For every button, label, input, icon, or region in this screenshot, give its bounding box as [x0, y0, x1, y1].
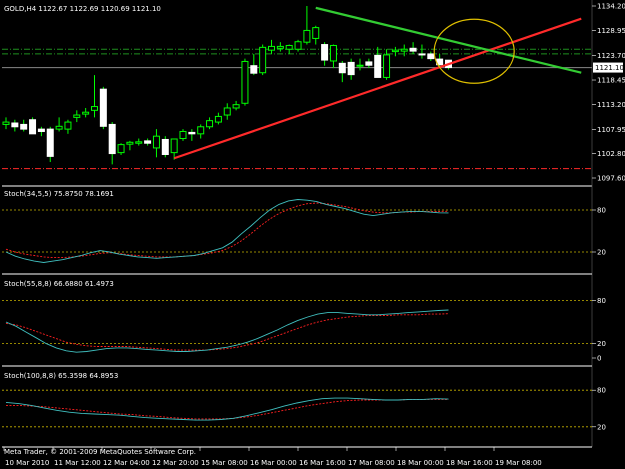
candle-body — [2, 121, 10, 125]
candle — [46, 126, 54, 163]
candle-body — [188, 131, 196, 135]
candle-body — [29, 119, 37, 135]
candle — [99, 86, 107, 130]
level-label: 0 — [597, 355, 601, 363]
candle-body — [214, 115, 222, 123]
time-tick-label: 10 Mar 2010 — [5, 459, 49, 467]
candle-body — [285, 44, 293, 50]
price-tick-label: 1123.70 — [597, 52, 625, 60]
time-tick-label: 17 Mar 08:00 — [348, 459, 395, 467]
candle-body — [232, 104, 240, 109]
level-label: 80 — [597, 207, 606, 215]
candle-body — [418, 53, 426, 56]
time-tick-label: 11 Mar 12:00 — [54, 459, 101, 467]
candle — [241, 58, 249, 106]
candle-body — [82, 111, 90, 115]
candle-body — [223, 107, 231, 116]
candle — [29, 117, 37, 135]
candle-body — [179, 130, 187, 140]
candle-body — [347, 61, 355, 76]
price-tick-label: 1097.60 — [597, 175, 625, 183]
level-label: 20 — [597, 340, 606, 348]
candle-body — [37, 128, 45, 132]
time-tick-label: 15 Mar 08:00 — [201, 459, 248, 467]
indicator-title: Stoch(55,8,8) 66.6880 61.4973 — [4, 280, 114, 288]
candle-body — [250, 65, 258, 74]
candle-body — [321, 44, 329, 61]
time-tick-label: 12 Mar 20:00 — [152, 459, 199, 467]
time-tick-label: 16 Mar 00:00 — [250, 459, 297, 467]
level-label: 20 — [597, 249, 606, 257]
candle-body — [99, 88, 107, 127]
candle — [161, 136, 169, 158]
candle-body — [356, 64, 364, 67]
level-label: 80 — [597, 387, 606, 395]
candle-body — [117, 144, 125, 154]
candle-body — [170, 138, 178, 154]
candle-body — [312, 27, 320, 39]
candle-body — [391, 49, 399, 53]
candle-body — [206, 120, 214, 128]
candle-body — [161, 138, 169, 156]
candle-body — [338, 62, 346, 74]
candle-body — [427, 53, 435, 60]
time-tick-label: 19 Mar 08:00 — [495, 459, 542, 467]
indicator-title: Stoch(100,8,8) 65.3598 64.8953 — [4, 372, 118, 380]
candle-body — [374, 54, 382, 78]
candle-body — [20, 123, 28, 130]
price-tick-label: 1128.95 — [597, 27, 625, 35]
candle-body — [64, 121, 72, 130]
candle-body — [144, 140, 152, 144]
candle-body — [55, 125, 63, 130]
level-label: 20 — [597, 423, 606, 431]
candle-body — [383, 54, 391, 78]
price-tick-label: 1134.20 — [597, 3, 625, 11]
candle-body — [46, 128, 54, 157]
candle-body — [268, 45, 275, 51]
price-tick-label: 1102.80 — [597, 150, 625, 158]
candle-body — [276, 45, 284, 49]
price-tick-label: 1113.20 — [597, 101, 625, 109]
candle-body — [152, 135, 160, 149]
time-tick-label: 18 Mar 16:00 — [446, 459, 493, 467]
footer-copyright: Meta Trader, © 2001-2009 MetaQuotes Soft… — [4, 448, 196, 456]
candle-body — [329, 44, 337, 62]
candle-body — [400, 48, 408, 52]
candle-body — [294, 41, 302, 50]
price-tick-label: 1118.45 — [597, 77, 625, 85]
indicator-title: Stoch(34,5,5) 75.8750 78.1691 — [4, 190, 114, 198]
candle-body — [108, 123, 116, 155]
candle-body — [135, 141, 143, 144]
candle-body — [303, 29, 311, 43]
candle-body — [365, 61, 373, 66]
candle-body — [73, 114, 81, 118]
candle-body — [409, 47, 417, 52]
price-tick-label: 1107.95 — [597, 126, 625, 134]
time-tick-label: 16 Mar 16:00 — [299, 459, 346, 467]
chart-title: GOLD,H4 1122.67 1122.69 1120.69 1121.10 — [4, 5, 161, 13]
candle-body — [241, 60, 249, 104]
level-label: 80 — [597, 297, 606, 305]
trading-chart: Stoch(34,5,5) 75.8750 78.1691 80 20 Stoch(5… — [0, 0, 625, 469]
current-price-label: 1121.10 — [595, 64, 624, 72]
time-tick-label: 12 Mar 04:00 — [103, 459, 150, 467]
candle-body — [11, 122, 19, 128]
time-tick-label: 18 Mar 00:00 — [397, 459, 444, 467]
candle — [259, 44, 267, 76]
candle-body — [126, 141, 134, 145]
chart-background — [0, 0, 625, 469]
candle-body — [91, 106, 98, 111]
candle-body — [197, 126, 205, 135]
candle-body — [259, 46, 267, 74]
